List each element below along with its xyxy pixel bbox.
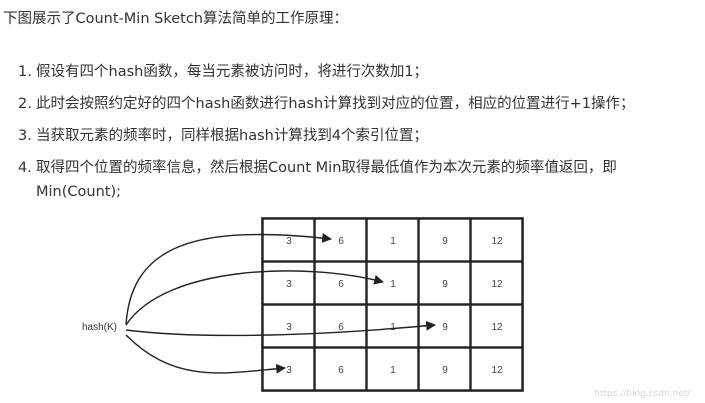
step-text-continuation: Min(Count); [36, 184, 121, 200]
grid-cell-value: 3 [286, 236, 292, 247]
step-number: 4. [18, 160, 32, 176]
hash-label: hash(K) [82, 322, 117, 333]
watermark: https://blog.csdn.net/... [594, 389, 699, 399]
step-text: 当获取元素的频率时，同样根据hash计算找到4个索引位置； [36, 128, 429, 144]
step-item-3: 3. 当获取元素的频率时，同样根据hash计算找到4个索引位置； [18, 124, 698, 148]
grid-cell-value: 1 [390, 236, 396, 247]
grid-cell-value: 12 [491, 236, 503, 247]
intro-text: 下图展示了Count-Min Sketch算法简单的工作原理： [3, 11, 348, 27]
step-item-2: 2. 此时会按照约定好的四个hash函数进行hash计算找到对应的位置，相应的位置… [18, 92, 698, 116]
step-text: 此时会按照约定好的四个hash函数进行hash计算找到对应的位置，相应的位置进行… [36, 96, 635, 112]
grid-cell-value: 12 [491, 322, 503, 333]
grid-cell-value: 12 [491, 365, 503, 376]
step-number: 3. [18, 128, 32, 144]
grid-cell-value: 9 [442, 322, 448, 333]
grid-cell-value: 3 [286, 322, 292, 333]
grid-cell-value: 9 [442, 365, 448, 376]
grid-cell-value: 6 [338, 236, 344, 247]
hash-arrow [125, 334, 286, 374]
step-number: 2. [18, 96, 32, 112]
grid-cell-value: 1 [390, 322, 396, 333]
grid-cell-value: 3 [286, 279, 292, 290]
step-text: 取得四个位置的频率信息，然后根据Count Min取得最低值作为本次元素的频率值… [36, 160, 617, 176]
grid-cell-value: 9 [442, 236, 448, 247]
grid-cell-value: 12 [491, 279, 503, 290]
counter-grid: 3 6 1 9 123 6 1 9 123 6 1 9 123 6 1 9 12 [261, 217, 524, 392]
grid-cell-value: 6 [338, 279, 344, 290]
grid-cell-value: 1 [390, 365, 396, 376]
step-text: 假设有四个hash函数，每当元素被访问时，将进行次数加1； [36, 64, 429, 80]
grid-cell-value: 6 [338, 365, 344, 376]
grid-cell-value: 9 [442, 279, 448, 290]
step-item-1: 1. 假设有四个hash函数，每当元素被访问时，将进行次数加1； [18, 60, 698, 84]
step-number: 1. [18, 64, 32, 80]
grid-cell-value: 3 [286, 365, 292, 376]
steps-list: 1. 假设有四个hash函数，每当元素被访问时，将进行次数加1； 2. 此时会按照约… [18, 60, 698, 212]
count-min-sketch-diagram: 3 6 1 9 123 6 1 9 123 6 1 9 123 6 1 9 12 hash(K) [82, 217, 524, 392]
grid-cell-value: 1 [390, 279, 396, 290]
step-item-4: 4. 取得四个位置的频率信息，然后根据Count Min取得最低值作为本次元素的频… [18, 156, 698, 204]
